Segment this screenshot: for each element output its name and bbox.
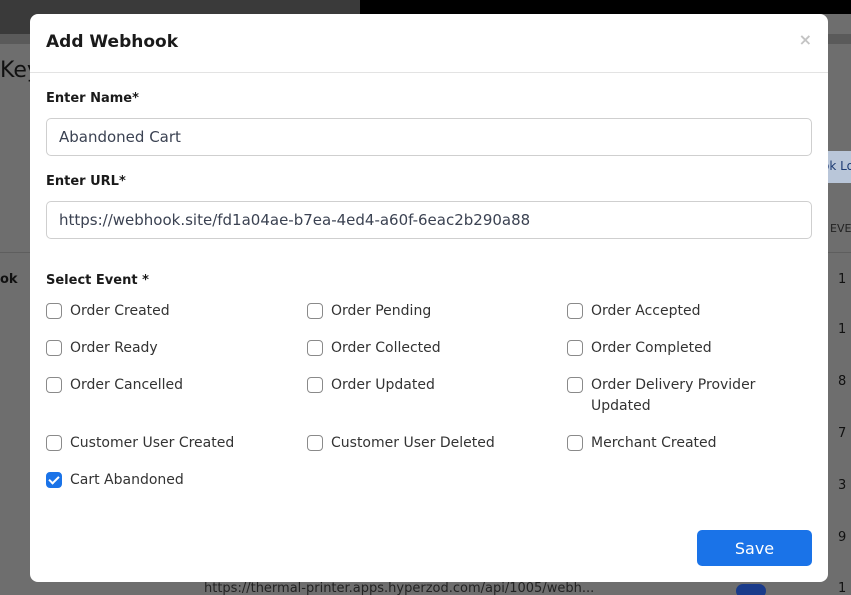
event-label: Order Pending xyxy=(331,303,432,319)
checkbox[interactable] xyxy=(567,340,583,356)
checkbox[interactable] xyxy=(567,435,583,451)
event-option-order-created[interactable]: Order Created xyxy=(46,301,170,322)
event-label: Order Collected xyxy=(331,340,441,356)
event-label: Cart Abandoned xyxy=(70,472,184,488)
background-row-number: 9 xyxy=(838,530,847,545)
event-option-order-collected[interactable]: Order Collected xyxy=(307,338,441,359)
modal-title: Add Webhook xyxy=(46,32,179,52)
event-label: Customer User Deleted xyxy=(331,435,495,451)
event-option-customer-user-deleted[interactable]: Customer User Deleted xyxy=(307,433,495,454)
checkbox[interactable] xyxy=(567,303,583,319)
event-option-order-delivery-provider-updated[interactable]: Order Delivery Provider Updated xyxy=(567,375,767,417)
add-webhook-modal: Add Webhook × Enter Name* Enter URL* Sel… xyxy=(30,14,828,582)
checkbox[interactable] xyxy=(567,377,583,393)
name-label: Enter Name* xyxy=(46,91,139,106)
background-row-number: 8 xyxy=(838,374,847,389)
event-option-order-pending[interactable]: Order Pending xyxy=(307,301,431,322)
name-input[interactable] xyxy=(46,118,812,156)
checkbox[interactable] xyxy=(307,340,323,356)
save-button[interactable]: Save xyxy=(697,530,812,566)
checkbox[interactable] xyxy=(46,435,62,451)
background-events-header: EVENT xyxy=(830,222,851,235)
event-label: Order Accepted xyxy=(591,303,701,319)
checkbox[interactable] xyxy=(46,303,62,319)
event-option-order-cancelled[interactable]: Order Cancelled xyxy=(46,375,183,396)
background-row-number: 1 xyxy=(838,581,847,595)
background-row-number: 7 xyxy=(838,426,847,441)
background-url-text: https://thermal-printer.apps.hyperzod.co… xyxy=(204,581,595,595)
select-event-label: Select Event * xyxy=(46,273,149,288)
event-label: Order Updated xyxy=(331,377,435,393)
event-option-cart-abandoned[interactable]: Cart Abandoned xyxy=(46,470,184,491)
checkbox[interactable] xyxy=(307,435,323,451)
event-label: Merchant Created xyxy=(591,435,717,451)
event-label: Customer User Created xyxy=(70,435,235,451)
checkbox[interactable] xyxy=(307,303,323,319)
modal-header: Add Webhook × xyxy=(30,14,828,73)
event-option-order-updated[interactable]: Order Updated xyxy=(307,375,435,396)
checkbox[interactable] xyxy=(307,377,323,393)
event-label: Order Completed xyxy=(591,340,712,356)
background-row-number: 1 xyxy=(838,272,847,287)
checkbox-checked[interactable] xyxy=(46,472,62,488)
background-topbar-right xyxy=(360,0,851,14)
background-toggle[interactable] xyxy=(736,584,766,595)
url-label: Enter URL* xyxy=(46,174,126,189)
background-row-number: 3 xyxy=(838,478,847,493)
event-option-order-ready[interactable]: Order Ready xyxy=(46,338,158,359)
url-input[interactable] xyxy=(46,201,812,239)
event-option-order-accepted[interactable]: Order Accepted xyxy=(567,301,700,322)
background-row-number: 1 xyxy=(838,322,847,337)
background-row-label: ok xyxy=(0,272,18,287)
event-option-merchant-created[interactable]: Merchant Created xyxy=(567,433,717,454)
event-option-customer-user-created[interactable]: Customer User Created xyxy=(46,433,234,454)
checkbox[interactable] xyxy=(46,377,62,393)
close-icon[interactable]: × xyxy=(799,30,812,49)
event-label: Order Delivery Provider Updated xyxy=(591,377,756,414)
event-option-order-completed[interactable]: Order Completed xyxy=(567,338,712,359)
event-label: Order Ready xyxy=(70,340,158,356)
event-label: Order Cancelled xyxy=(70,377,184,393)
checkbox[interactable] xyxy=(46,340,62,356)
event-label: Order Created xyxy=(70,303,170,319)
